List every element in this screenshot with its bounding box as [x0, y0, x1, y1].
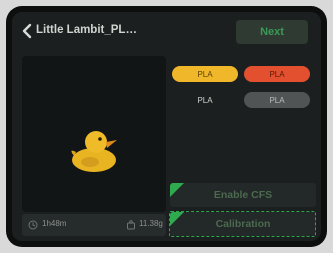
corner-marker-icon	[170, 183, 184, 197]
filament-weight: 11.38g	[139, 219, 163, 228]
rubber-duck-icon	[71, 131, 117, 172]
file-title: Little Lambit_PL…	[36, 24, 137, 36]
filament-slot-4[interactable]: PLA	[244, 92, 310, 108]
calibration-label: Calibration	[215, 218, 271, 230]
enable-cfs-option[interactable]: Enable CFS	[170, 183, 316, 207]
enable-cfs-label: Enable CFS	[213, 189, 273, 201]
filament-slot-3[interactable]: PLA	[172, 92, 238, 108]
calibration-option[interactable]: Calibration	[170, 212, 316, 236]
print-info-bar: 1h48m 11.38g	[22, 214, 166, 236]
clock-icon	[28, 220, 38, 230]
print-time: 1h48m	[42, 219, 67, 228]
model-preview	[22, 56, 166, 212]
touch-screen: Little Lambit_PL… Next 1h48m 11.38g PLA …	[12, 12, 321, 241]
back-chevron-icon[interactable]	[20, 22, 34, 40]
filament-slot-2[interactable]: PLA	[244, 66, 310, 82]
filament-slot-1[interactable]: PLA	[172, 66, 238, 82]
weight-icon	[127, 220, 135, 230]
corner-marker-icon	[170, 212, 184, 226]
next-button[interactable]: Next	[236, 20, 308, 44]
